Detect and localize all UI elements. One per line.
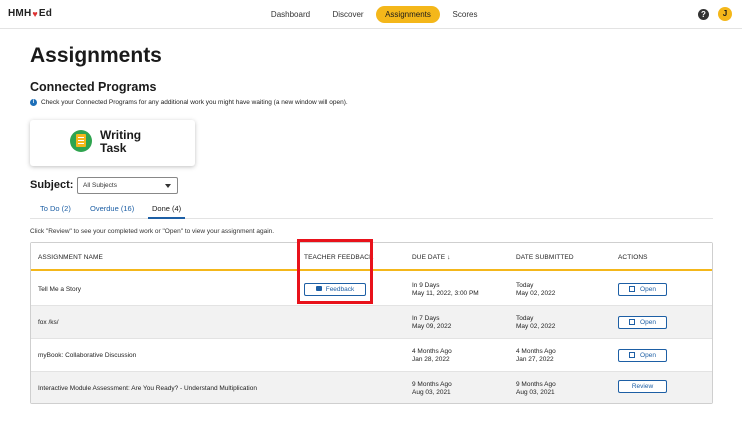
header-actions: ACTIONS <box>618 254 648 261</box>
due-absolute: Jan 28, 2022 <box>412 356 450 363</box>
table-row: myBook: Collaborative Discussion 4 Month… <box>31 339 712 372</box>
due-relative: In 9 Days <box>412 282 440 289</box>
table-row: fox /ks/ In 7 Days May 09, 2022 Today Ma… <box>31 306 712 339</box>
assignment-name[interactable]: fox /ks/ <box>38 319 59 326</box>
date-submitted: Today May 02, 2022 <box>516 282 555 298</box>
logo-prefix: HMH <box>8 8 32 19</box>
submitted-absolute: Jan 27, 2022 <box>516 356 554 363</box>
assignment-name[interactable]: myBook: Collaborative Discussion <box>38 352 136 359</box>
assignment-name[interactable]: Tell Me a Story <box>38 286 81 293</box>
due-date: In 9 Days May 11, 2022, 3:00 PM <box>412 282 479 298</box>
external-link-icon <box>629 319 636 325</box>
avatar[interactable]: J <box>718 7 732 21</box>
header-assignment-name[interactable]: ASSIGNMENT NAME <box>38 254 103 261</box>
nav-scores[interactable]: Scores <box>447 6 483 23</box>
due-relative: 9 Months Ago <box>412 381 452 388</box>
due-relative: 4 Months Ago <box>412 348 452 355</box>
open-label: Open <box>640 319 656 326</box>
external-link-icon <box>629 352 636 358</box>
due-absolute: May 09, 2022 <box>412 323 452 330</box>
review-label: Review <box>631 383 654 390</box>
due-date: 4 Months Ago Jan 28, 2022 <box>412 348 452 364</box>
heart-icon: ♥ <box>32 8 38 19</box>
top-nav: HMH ♥ Ed Dashboard Discover Assignments … <box>0 0 742 29</box>
table-row: Interactive Module Assessment: Are You R… <box>31 372 712 403</box>
info-icon: i <box>30 99 37 106</box>
date-submitted: Today May 02, 2022 <box>516 315 555 331</box>
due-absolute: May 11, 2022, 3:00 PM <box>412 290 479 297</box>
tab-overdue[interactable]: Overdue (16) <box>90 204 134 219</box>
due-relative: In 7 Days <box>412 315 440 322</box>
writing-task-card[interactable]: Writing Task <box>30 120 195 166</box>
submitted-relative: Today <box>516 315 534 322</box>
chevron-down-icon <box>165 184 171 188</box>
program-name: Writing Task <box>100 129 141 155</box>
nav-dashboard[interactable]: Dashboard <box>263 6 318 23</box>
subject-select[interactable]: All Subjects <box>77 177 178 194</box>
submitted-relative: 9 Months Ago <box>516 381 556 388</box>
subject-label: Subject: <box>30 179 74 191</box>
submitted-relative: Today <box>516 282 534 289</box>
open-button[interactable]: Open <box>618 283 667 296</box>
tab-done[interactable]: Done (4) <box>148 204 186 219</box>
nav-discover[interactable]: Discover <box>325 6 371 23</box>
date-submitted: 9 Months Ago Aug 03, 2021 <box>516 381 556 397</box>
assignment-name[interactable]: Interactive Module Assessment: Are You R… <box>38 385 257 392</box>
hmh-ed-logo[interactable]: HMH ♥ Ed <box>8 8 52 19</box>
info-text: Check your Connected Programs for any ad… <box>41 99 348 106</box>
submitted-absolute: May 02, 2022 <box>516 290 556 297</box>
external-link-icon <box>629 286 636 292</box>
teacher-feedback-highlight <box>297 239 373 304</box>
header-due-date[interactable]: DUE DATE ↓ <box>412 254 450 261</box>
writing-task-logo-icon <box>70 130 92 152</box>
submitted-relative: 4 Months Ago <box>516 348 556 355</box>
submitted-absolute: May 02, 2022 <box>516 323 556 330</box>
date-submitted: 4 Months Ago Jan 27, 2022 <box>516 348 556 364</box>
help-icon[interactable]: ? <box>698 9 709 20</box>
due-date: 9 Months Ago Aug 03, 2021 <box>412 381 452 397</box>
assignment-tabs: To Do (2) Overdue (16) Done (4) <box>30 200 713 219</box>
tab-to-do[interactable]: To Do (2) <box>40 204 71 219</box>
header-date-submitted[interactable]: DATE SUBMITTED <box>516 254 574 261</box>
open-button[interactable]: Open <box>618 349 667 362</box>
info-line: i Check your Connected Programs for any … <box>30 99 348 106</box>
subject-select-value: All Subjects <box>83 182 117 189</box>
hint-text: Click "Review" to see your completed wor… <box>30 228 275 235</box>
page-title: Assignments <box>30 44 162 67</box>
open-button[interactable]: Open <box>618 316 667 329</box>
open-label: Open <box>640 352 656 359</box>
program-name-line2: Task <box>100 141 127 155</box>
submitted-absolute: Aug 03, 2021 <box>516 389 555 396</box>
due-date: In 7 Days May 09, 2022 <box>412 315 451 331</box>
connected-programs-title: Connected Programs <box>30 80 157 94</box>
logo-suffix: Ed <box>38 8 53 19</box>
nav-assignments[interactable]: Assignments <box>376 6 440 23</box>
due-absolute: Aug 03, 2021 <box>412 389 451 396</box>
review-button[interactable]: Review <box>618 380 667 393</box>
open-label: Open <box>640 286 656 293</box>
